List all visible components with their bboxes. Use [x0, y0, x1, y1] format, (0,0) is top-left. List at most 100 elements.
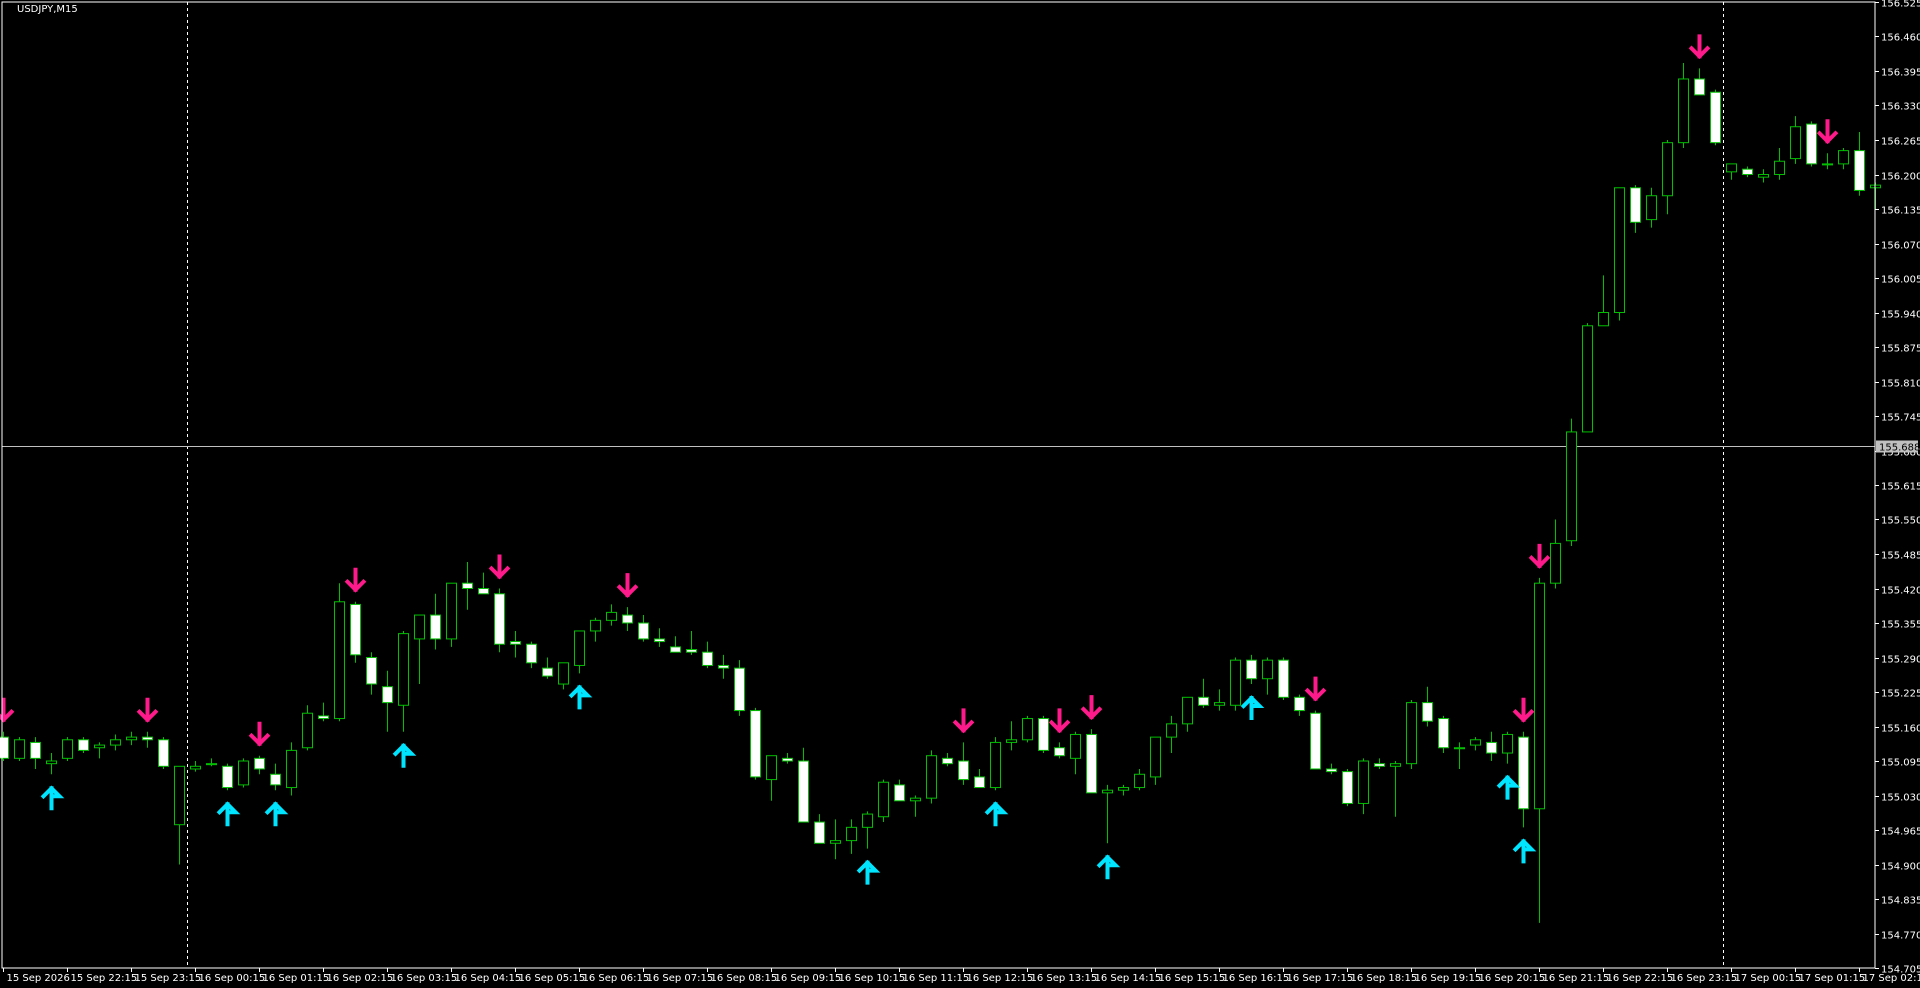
candle-body — [1630, 187, 1641, 223]
y-tick-label-8: 156.005 — [1881, 275, 1920, 286]
sell-arrow-shape — [344, 567, 367, 593]
sell-arrow-icon-9 — [136, 697, 159, 723]
candle-body — [1214, 702, 1225, 706]
candle-body — [702, 651, 713, 666]
x-tick-label-6: 16 Sep 03:15 — [391, 973, 458, 984]
buy-arrow-icon-3 — [40, 785, 65, 811]
x-tick-label-2: 15 Sep 23:15 — [135, 973, 202, 984]
candle-77 — [1230, 657, 1241, 711]
y-tick-label-7: 156.070 — [1881, 241, 1920, 252]
candle-21 — [334, 583, 345, 722]
candle-body — [1822, 163, 1833, 166]
y-tick-label-10: 155.875 — [1881, 344, 1920, 355]
candle-body — [350, 603, 361, 656]
buy-arrow-shape — [1496, 774, 1521, 800]
candle-80 — [1278, 657, 1289, 700]
candle-81 — [1294, 694, 1305, 716]
y-tick-label-15: 155.550 — [1881, 516, 1920, 527]
candle-body — [1086, 733, 1097, 794]
candle-97 — [1550, 519, 1561, 589]
x-tick-label-13: 16 Sep 10:15 — [839, 973, 906, 984]
sell-arrow-icon-68 — [1080, 695, 1103, 720]
candle-32 — [510, 630, 521, 658]
candle-25 — [398, 630, 409, 732]
candle-body — [478, 588, 489, 595]
candle-19 — [302, 705, 313, 751]
candle-13 — [206, 758, 217, 767]
candle-74 — [1182, 696, 1193, 732]
candle-body — [254, 757, 265, 770]
candle-17 — [270, 763, 281, 791]
candle-body — [1550, 542, 1561, 584]
candle-62 — [990, 737, 1001, 791]
candle-body — [414, 614, 425, 640]
candle-body — [302, 712, 313, 749]
candle-18 — [286, 742, 297, 796]
buy-arrow-icon-94 — [1496, 774, 1521, 800]
buy-arrow-shape — [568, 684, 593, 710]
candle-99 — [1582, 323, 1593, 433]
x-tick-label-1: 15 Sep 22:15 — [71, 973, 138, 984]
candle-body — [734, 667, 745, 712]
x-tick-label-24: 16 Sep 21:15 — [1543, 973, 1610, 984]
candle-6 — [94, 742, 105, 759]
candle-55 — [878, 779, 889, 823]
candle-94 — [1502, 731, 1513, 764]
sell-arrow-shape — [1048, 708, 1071, 734]
candle-112 — [1790, 116, 1801, 164]
candle-body — [926, 755, 937, 799]
candle-body — [1790, 126, 1801, 160]
candle-83 — [1326, 763, 1337, 775]
candle-31 — [494, 588, 505, 653]
y-tick-label-21: 155.160 — [1881, 724, 1920, 735]
y-tick-label-20: 155.225 — [1881, 689, 1920, 700]
candle-body — [398, 633, 409, 706]
candle-body — [606, 611, 617, 621]
candle-body — [78, 739, 89, 751]
candle-102 — [1630, 185, 1641, 233]
sell-arrow-icon-95 — [1512, 697, 1535, 723]
candle-95 — [1518, 731, 1529, 828]
x-tick-label-16: 16 Sep 13:15 — [1031, 973, 1098, 984]
candle-body — [1502, 733, 1513, 754]
candle-50 — [798, 747, 809, 823]
candle-body — [686, 649, 697, 653]
candle-1 — [14, 737, 25, 761]
candle-body — [110, 739, 121, 746]
sell-arrow-icon-39 — [616, 573, 639, 598]
candle-body — [1486, 741, 1497, 754]
candle-39 — [622, 607, 633, 631]
candle-45 — [718, 654, 729, 679]
candle-body — [1646, 195, 1657, 221]
candle-72 — [1150, 736, 1161, 785]
candle-89 — [1422, 686, 1433, 727]
sell-arrow-shape — [616, 573, 639, 598]
sell-arrow-shape — [1688, 34, 1711, 60]
candle-body — [1662, 142, 1673, 197]
buy-arrow-shape — [984, 801, 1009, 827]
candle-51 — [814, 814, 825, 844]
buy-arrow-shape — [1512, 838, 1537, 864]
x-tick-label-3: 16 Sep 00:15 — [199, 973, 266, 984]
sell-arrow-shape — [136, 697, 159, 723]
buy-arrow-icon-78 — [1240, 695, 1265, 721]
candle-106 — [1694, 68, 1705, 96]
candle-body — [142, 736, 153, 741]
x-tick-label-19: 16 Sep 16:15 — [1223, 973, 1290, 984]
candle-body — [510, 641, 521, 645]
candle-body — [46, 760, 57, 765]
candle-101 — [1614, 187, 1625, 321]
candle-body — [430, 614, 441, 640]
price-chart[interactable]: 156.525 156.460 156.395 156.330 156.265 156.2… — [0, 0, 1920, 988]
candle-body — [1534, 582, 1545, 810]
candle-body — [1694, 78, 1705, 96]
candle-111 — [1774, 147, 1785, 180]
candle-46 — [734, 660, 745, 716]
sell-arrow-icon-31 — [488, 554, 511, 580]
candle-109 — [1742, 166, 1753, 178]
candle-body — [590, 619, 601, 632]
candle-15 — [238, 758, 249, 788]
candle-29 — [462, 561, 473, 610]
candle-body — [942, 757, 953, 765]
x-tick-label-21: 16 Sep 18:15 — [1351, 973, 1418, 984]
